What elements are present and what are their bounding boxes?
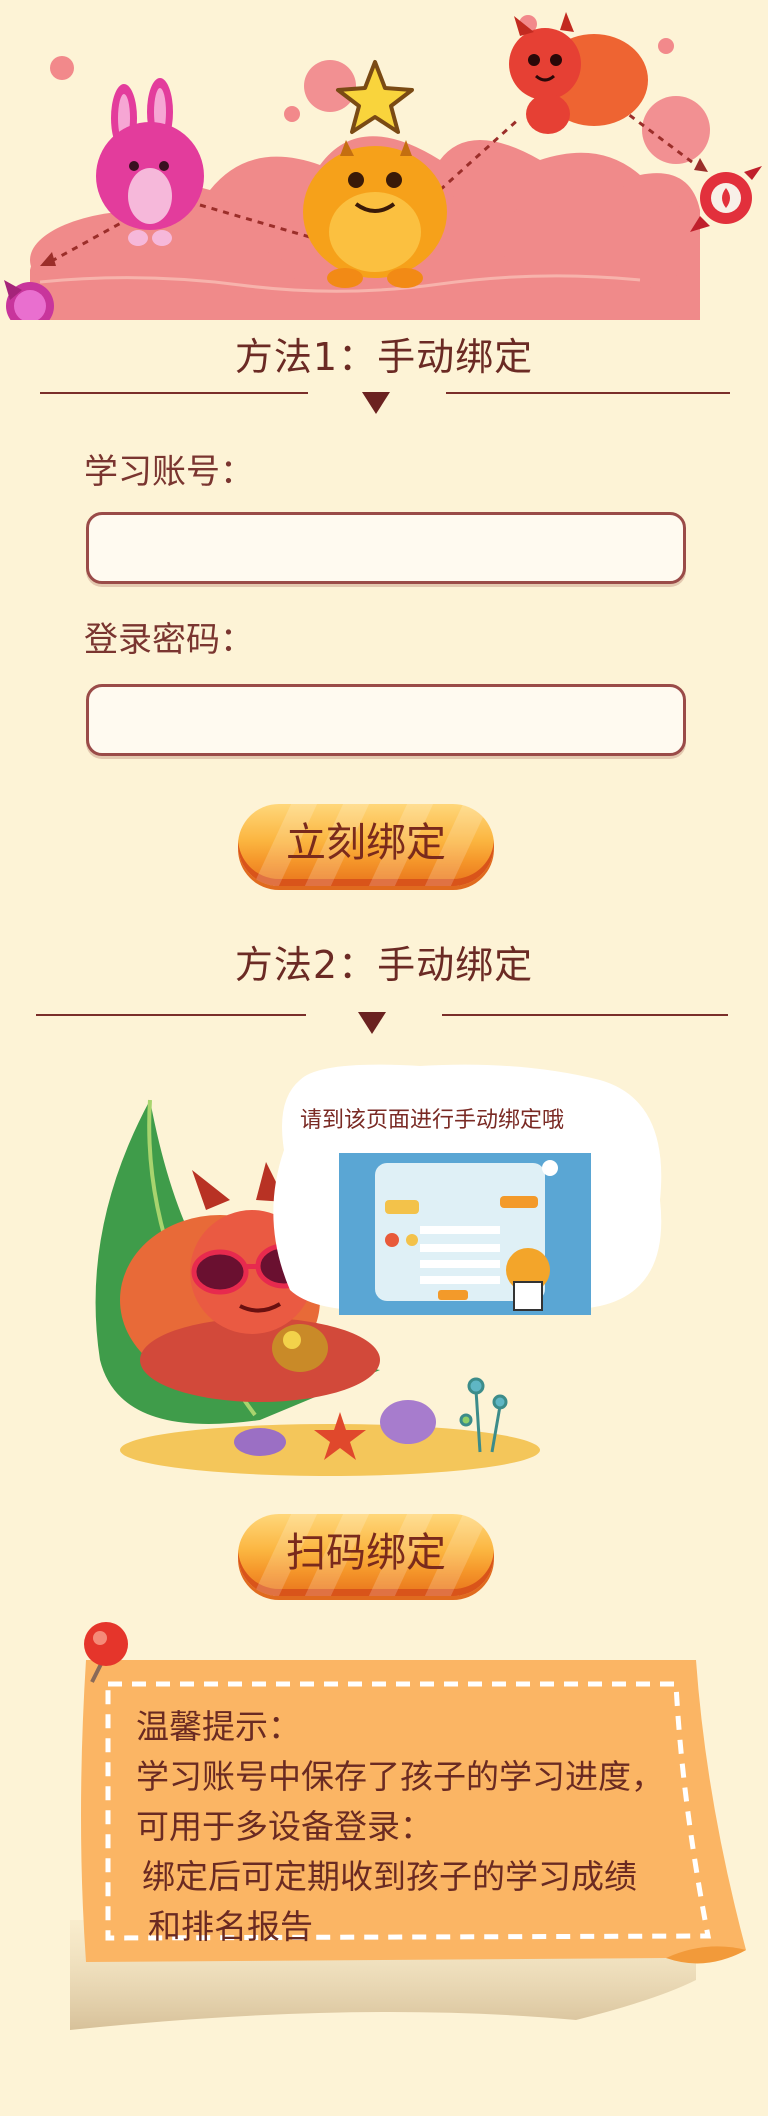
tip-line: 温馨提示： xyxy=(136,1707,301,1746)
down-triangle-icon xyxy=(358,1012,386,1034)
divider-left xyxy=(36,1014,306,1016)
scan-bind-label: 扫码绑定 xyxy=(286,1530,446,1576)
tip-text: 温馨提示： 学习账号中保存了孩子的学习进度， 可用于多设备登录： 绑定后可定期收… xyxy=(136,1702,696,1952)
scan-bind-button[interactable]: 扫码绑定 xyxy=(238,1514,494,1596)
password-label: 登录密码： xyxy=(84,620,254,660)
bind-now-button[interactable]: 立刻绑定 xyxy=(238,804,494,886)
password-input[interactable] xyxy=(86,684,686,756)
method2-title: 方法2：手动绑定 xyxy=(234,943,534,987)
divider-left xyxy=(40,392,308,394)
header-illustration xyxy=(4,12,762,320)
decor-dot xyxy=(658,38,674,54)
candy-icon xyxy=(690,166,762,232)
decor-dot xyxy=(284,106,300,122)
bind-now-label: 立刻绑定 xyxy=(286,820,446,866)
tip-line: 可用于多设备登录： xyxy=(136,1807,433,1846)
divider-right xyxy=(442,1014,728,1016)
account-page-thumbnail xyxy=(339,1153,591,1315)
method1-title: 方法1：手动绑定 xyxy=(234,335,534,379)
down-triangle-icon xyxy=(362,392,390,414)
decor-dot xyxy=(304,60,356,112)
red-squirrel-character xyxy=(509,12,648,134)
tip-line: 学习账号中保存了孩子的学习进度， xyxy=(136,1757,664,1796)
bubble-text: 请到该页面进行手动绑定哦 xyxy=(300,1108,565,1133)
tip-line: 和排名报告 xyxy=(148,1907,313,1946)
divider-right xyxy=(446,392,730,394)
account-label: 学习账号： xyxy=(84,452,254,492)
tip-line: 绑定后可定期收到孩子的学习成绩 xyxy=(142,1857,637,1896)
account-input[interactable] xyxy=(86,512,686,584)
decor-dot xyxy=(50,56,74,80)
decor-dot xyxy=(642,96,710,164)
